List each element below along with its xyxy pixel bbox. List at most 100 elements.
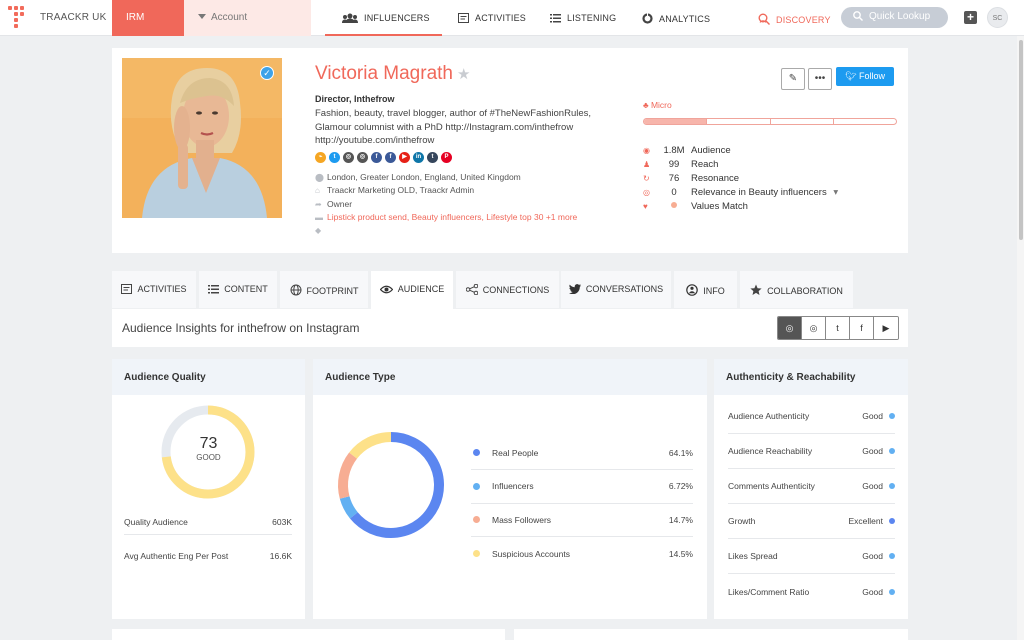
panel-title: Audience Quality <box>112 359 305 395</box>
instagram-icon[interactable]: ◎ <box>778 317 802 339</box>
connections-icon <box>465 283 483 296</box>
authenticity-rating: Good <box>862 411 883 421</box>
tab-footprint[interactable]: FOOTPRINT <box>280 271 368 308</box>
page-scrollbar[interactable] <box>1017 36 1024 640</box>
lower-card <box>514 629 908 640</box>
owner-row: ➦ Owner <box>315 199 353 209</box>
lower-card <box>112 629 505 640</box>
donut-slice-real-people[interactable] <box>349 432 444 538</box>
linkedin-icon[interactable]: in <box>413 152 424 163</box>
youtube-icon[interactable]: ▶ <box>399 152 410 163</box>
tab-info[interactable]: INFO <box>674 271 737 308</box>
legend-value: 14.7% <box>668 514 693 525</box>
quick-lookup-button[interactable]: Quick Lookup <box>841 7 948 28</box>
legend-dot <box>473 516 480 523</box>
scrollbar-thumb[interactable] <box>1019 40 1023 240</box>
tab-label: INFO <box>703 286 725 296</box>
nav-tab-analytics[interactable]: ANALYTICS <box>642 0 710 36</box>
rating-dot <box>889 448 895 454</box>
instagram-alt-icon[interactable]: ◎ <box>357 152 368 163</box>
authenticity-label: Likes Spread <box>728 551 778 561</box>
legend-value: 14.5% <box>668 548 693 559</box>
audience-type-panel: Audience Type Real People 64.1% Influencer… <box>313 359 707 619</box>
pinterest-icon[interactable]: P <box>441 152 452 163</box>
authenticity-label: Comments Authenticity <box>728 481 815 491</box>
rss-icon[interactable]: ⌁ <box>315 152 326 163</box>
facebook-icon[interactable]: f <box>371 152 382 163</box>
add-icon[interactable]: + <box>964 11 977 24</box>
star-icon <box>750 284 767 296</box>
twitter-icon <box>568 284 586 295</box>
insights-bar: Audience Insights for inthefrow on Insta… <box>112 309 908 347</box>
logo-text: TRAACKR UK <box>40 11 107 23</box>
tab-label: COLLABORATION <box>767 286 843 296</box>
legend-dot <box>473 449 480 456</box>
legend-label: Suspicious Accounts <box>492 548 570 559</box>
facebook-page-icon[interactable]: f <box>385 152 396 163</box>
tab-label: CONVERSATIONS <box>585 284 664 294</box>
tab-conversations[interactable]: CONVERSATIONS <box>561 271 671 308</box>
tab-content[interactable]: CONTENT <box>199 271 277 308</box>
user-avatar[interactable]: SC <box>987 7 1008 28</box>
twitter-icon[interactable]: t <box>329 152 340 163</box>
authenticity-row: Likes/Comment Ratio Good <box>728 574 895 609</box>
tags-row: ▬ Lipstick product send, Beauty influence… <box>315 212 578 222</box>
facebook-icon[interactable]: f <box>850 317 874 339</box>
share-arrow-icon: ➦ <box>315 200 322 209</box>
more-options-button[interactable]: ••• <box>808 68 832 90</box>
account-dropdown[interactable]: Account <box>184 0 311 36</box>
authenticity-row: Growth Excellent <box>728 504 895 539</box>
nav-tab-listening[interactable]: LISTENING <box>550 0 616 36</box>
refresh-icon: ↻ <box>643 174 650 183</box>
tab-connections[interactable]: CONNECTIONS <box>456 271 559 308</box>
audience-type-donut <box>338 432 444 538</box>
account-label: Account <box>211 12 248 23</box>
tab-activities[interactable]: ACTIVITIES <box>112 271 196 308</box>
donut-slice-influencers[interactable] <box>339 495 358 519</box>
rating-dot <box>889 483 895 489</box>
tab-label: AUDIENCE <box>397 284 445 294</box>
stat-label: Relevance in Beauty influencers <box>691 187 827 198</box>
nav-tab-discovery[interactable]: DISCOVERY <box>758 0 831 36</box>
info-icon <box>686 284 703 296</box>
panel-title: Audience Type <box>313 359 707 395</box>
stat-row: ◎ 0 Relevance in Beauty influencers ▾ <box>643 187 838 198</box>
stat-value: 1.8M <box>663 145 685 156</box>
tag-icon[interactable]: ◆ <box>315 226 327 235</box>
tag-link[interactable]: Beauty influencers <box>412 212 482 222</box>
twitter-follow-button[interactable]: 🐦︎ Follow <box>836 67 894 86</box>
quality-score: 73 <box>199 435 218 452</box>
instagram-icon[interactable]: ◎ <box>343 152 354 163</box>
authenticity-row: Audience Reachability Good <box>728 434 895 469</box>
stat-label: Reach <box>691 159 719 170</box>
traackr-logo[interactable]: TRAACKR UK <box>8 6 106 28</box>
verified-check-icon: ✓ <box>260 66 274 80</box>
tag-link[interactable]: Lifestyle top 30 <box>486 212 543 222</box>
nav-tab-influencers[interactable]: INFLUENCERS <box>325 0 442 36</box>
instagram-alt-icon[interactable]: ◎ <box>802 317 826 339</box>
nav-tab-activities[interactable]: ACTIVITIES <box>458 0 526 36</box>
legend-dot <box>473 482 480 490</box>
people-icon <box>342 13 358 23</box>
analytics-icon <box>642 13 653 24</box>
stat-row: ↻ 76 Resonance <box>643 173 739 184</box>
tab-audience[interactable]: AUDIENCE <box>371 271 453 309</box>
favorite-star-icon[interactable]: ★ <box>457 66 470 83</box>
edit-brush-button[interactable]: ✎ <box>781 68 805 90</box>
stat-value: 99 <box>668 159 680 170</box>
tumblr-icon[interactable]: t <box>427 152 438 163</box>
irm-tab[interactable]: IRM <box>112 0 193 36</box>
location-pin-icon: ⬤ <box>315 173 324 182</box>
donut-slice-mass-followers[interactable] <box>338 452 358 499</box>
tag-link[interactable]: Lipstick product send <box>327 212 407 222</box>
tags-more-link[interactable]: +1 more <box>546 212 577 222</box>
tier-label: ♣ Micro <box>643 100 672 110</box>
relevance-dropdown-icon[interactable]: ▾ <box>831 187 838 198</box>
tab-collaboration[interactable]: COLLABORATION <box>740 271 853 308</box>
youtube-icon[interactable]: ▶ <box>874 317 898 339</box>
authenticity-row: Comments Authenticity Good <box>728 469 895 504</box>
twitter-icon[interactable]: t <box>826 317 850 339</box>
authenticity-label: Audience Authenticity <box>728 411 810 421</box>
ellipsis-icon: ••• <box>814 73 826 84</box>
donut-slice-suspicious-accounts[interactable] <box>349 432 392 459</box>
